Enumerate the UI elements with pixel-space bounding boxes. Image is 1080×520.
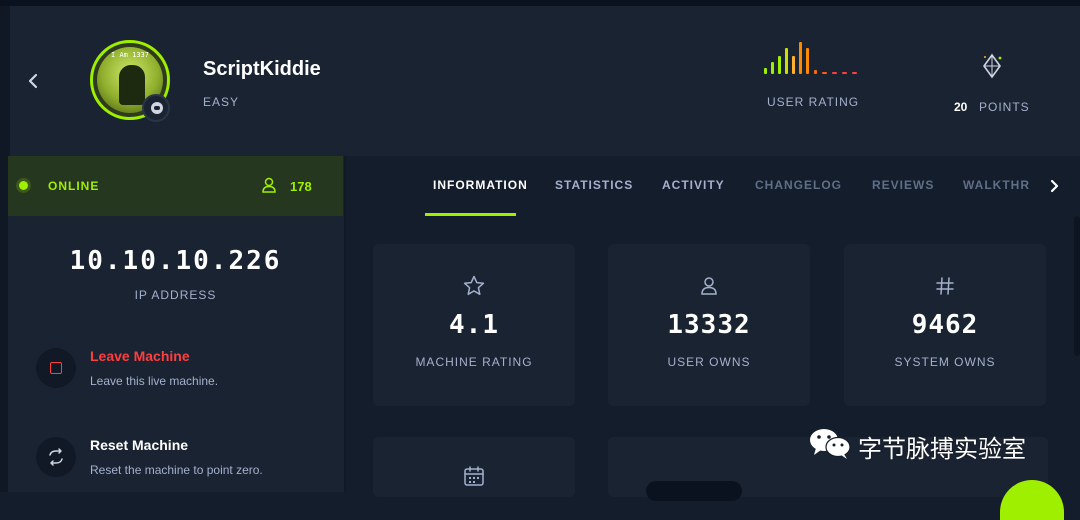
user-icon: [262, 177, 276, 193]
stat-card-rating: 4.1 MACHINE RATING: [373, 244, 575, 406]
calendar-icon: [463, 465, 485, 487]
hash-icon: [931, 274, 959, 298]
tab-statistics[interactable]: STATISTICS: [555, 178, 633, 192]
rating-bar-4: [785, 48, 788, 74]
leave-machine-description: Leave this live machine.: [90, 374, 219, 388]
scrollbar[interactable]: [1074, 216, 1080, 356]
reset-machine-icon[interactable]: [36, 437, 76, 477]
rating-bar-12: [852, 72, 857, 74]
stat-value: 4.1: [449, 310, 499, 340]
stat-label: MACHINE RATING: [415, 355, 533, 369]
tabs-scroll-right-button[interactable]: [1044, 176, 1064, 196]
avatar-caption: I Am 1337: [111, 51, 149, 59]
tab-information[interactable]: INFORMATION: [433, 178, 528, 192]
rating-bar-8: [814, 70, 817, 74]
tab-bar: INFORMATION STATISTICS ACTIVITY CHANGELO…: [346, 156, 1080, 216]
rating-bar-10: [832, 72, 837, 74]
user-rating-chart: [764, 40, 864, 74]
ip-address-label: IP ADDRESS: [134, 288, 217, 302]
stat-card-system-owns: 9462 SYSTEM OWNS: [844, 244, 1046, 406]
machine-name: ScriptKiddie: [203, 58, 321, 80]
difficulty-label: EASY: [203, 95, 240, 109]
leave-machine-icon[interactable]: [36, 348, 76, 388]
tab-activity[interactable]: ACTIVITY: [662, 178, 725, 192]
star-icon: [460, 274, 488, 298]
rating-bar-6: [799, 42, 802, 74]
leave-machine-button[interactable]: Leave Machine: [90, 348, 190, 364]
tab-reviews[interactable]: REVIEWS: [872, 178, 934, 192]
status-label: ONLINE: [48, 179, 100, 193]
tab-walkthroughs[interactable]: WALKTHR: [963, 178, 1030, 192]
back-button[interactable]: [22, 68, 44, 94]
wechat-icon: [808, 426, 852, 460]
rating-bar-2: [771, 62, 774, 74]
points-label: POINTS: [979, 100, 1030, 114]
creator-avatar[interactable]: [646, 481, 742, 501]
stat-value: 9462: [911, 310, 979, 340]
stat-label: USER OWNS: [667, 355, 751, 369]
hacker-figure-icon: [119, 65, 145, 105]
reset-machine-description: Reset the machine to point zero.: [90, 463, 263, 477]
stat-label: SYSTEM OWNS: [894, 355, 996, 369]
players-count: 178: [290, 179, 312, 194]
rating-bar-1: [764, 68, 767, 74]
reset-machine-button[interactable]: Reset Machine: [90, 437, 188, 453]
ip-address-value[interactable]: 10.10.10.226: [8, 246, 343, 276]
rating-bar-9: [822, 72, 827, 74]
chevron-left-icon: [28, 73, 38, 89]
points-value: 20: [954, 100, 968, 114]
stat-card-user-owns: 13332 USER OWNS: [608, 244, 810, 406]
watermark-text: 字节脉搏实验室: [858, 435, 1026, 463]
user-rating-label: USER RATING: [767, 95, 860, 109]
rating-bar-11: [842, 72, 847, 74]
tab-changelog[interactable]: CHANGELOG: [755, 178, 842, 192]
user-icon: [695, 274, 723, 298]
rating-bar-5: [792, 56, 795, 74]
linux-os-icon: [142, 94, 170, 122]
rating-bar-3: [778, 56, 781, 74]
online-indicator-icon: [19, 181, 28, 190]
stat-value: 13332: [667, 310, 751, 340]
chevron-right-icon: [1050, 179, 1059, 193]
rating-bar-7: [806, 48, 809, 74]
active-tab-indicator: [425, 213, 516, 216]
points-diamond-icon: [978, 52, 1006, 80]
